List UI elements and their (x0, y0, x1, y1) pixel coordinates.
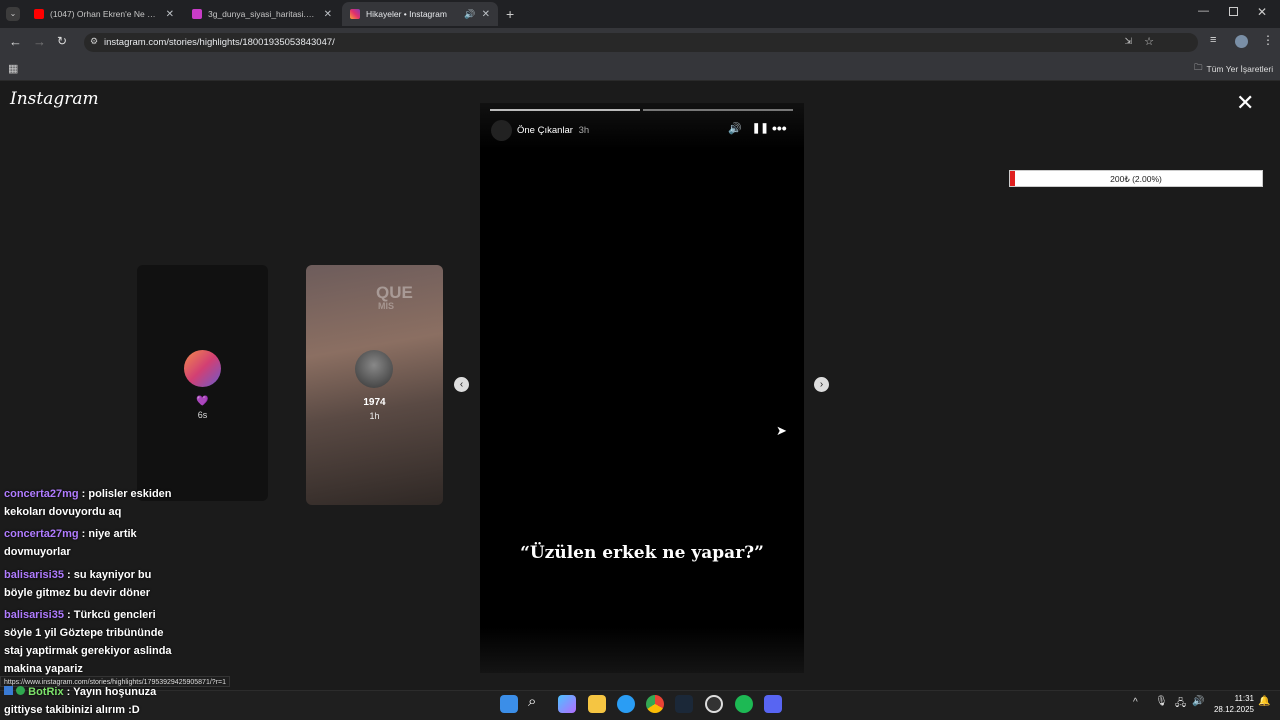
progress-text: 200₺ (2.00%) (1110, 174, 1162, 184)
tab-title: (1047) Orhan Ekren'e Ne Oldu? (50, 9, 160, 19)
mouse-cursor-icon: ➤ (776, 423, 787, 438)
apps-grid-icon[interactable]: ▦ (8, 62, 18, 75)
tab-image[interactable]: 3g_dunya_siyasi_haritasi.png (4... ✕ (184, 2, 340, 26)
network-icon[interactable]: 🖧 (1175, 696, 1186, 713)
more-options-icon[interactable]: ••• (772, 120, 787, 136)
youtube-icon (34, 9, 44, 19)
start-icon[interactable] (500, 695, 518, 713)
clock-time: 11:31 (1234, 694, 1254, 703)
chrome-icon[interactable] (646, 695, 664, 713)
reload-icon[interactable]: ↻ (57, 34, 67, 48)
close-window-icon[interactable]: ✕ (1257, 5, 1267, 19)
donation-progress-bar: 200₺ (2.00%) (1009, 170, 1263, 187)
chat-username: concerta27mg (4, 528, 79, 540)
chat-username: balisarisi35 (4, 609, 64, 621)
story-account-name[interactable]: Öne Çıkanlar (517, 125, 573, 136)
side-story-card[interactable]: QUE MIS 1974 1h (306, 265, 443, 505)
windows-taskbar (0, 690, 1280, 720)
story-header: Öne Çıkanlar 3h (517, 125, 589, 136)
chat-text: : Yayın hoşunuza gittiyse takibinizi alı… (4, 686, 157, 716)
chat-message: balisarisi35 : su kayniyor bu böyle gitm… (4, 566, 180, 602)
story-account-avatar[interactable] (491, 120, 512, 141)
notification-icon[interactable]: 🔔 (1258, 696, 1270, 707)
chat-message: concerta27mg : polisler eskiden kekoları… (4, 485, 180, 521)
story-progress-segment (490, 109, 640, 111)
side-story-card[interactable]: 💜 6s (137, 265, 268, 501)
chat-username: BotRix (28, 686, 64, 698)
story-avatar (184, 350, 221, 387)
chat-username: balisarisi35 (4, 569, 64, 581)
tray-chevron-icon[interactable]: ^ (1133, 697, 1138, 708)
all-bookmarks-button[interactable]: 🗀 Tüm Yer İşaretleri (1194, 62, 1273, 76)
instagram-logo[interactable]: Instagram (10, 89, 99, 109)
tab-youtube[interactable]: (1047) Orhan Ekren'e Ne Oldu? ✕ (26, 2, 182, 26)
story-time: 3h (578, 125, 590, 136)
image-icon (192, 9, 202, 19)
chat-message: BotRix : Yayın hoşunuza gittiyse takibin… (4, 683, 180, 719)
forward-icon[interactable]: → (33, 34, 46, 49)
story-time: 1h (369, 411, 380, 421)
chat-message: concerta27mg : niye artik dovmuyorlar (4, 525, 180, 561)
microphone-icon[interactable]: 🎙 (1155, 696, 1168, 707)
tab-title: 3g_dunya_siyasi_haritasi.png (4... (208, 9, 318, 19)
story-time: 6s (197, 410, 208, 420)
obs-icon[interactable] (705, 695, 723, 713)
new-tab-icon[interactable]: + (506, 6, 514, 22)
story-overlay-text: QUE (376, 283, 413, 302)
search-icon[interactable]: ⌕ (528, 693, 536, 710)
menu-icon[interactable]: ⋮ (1262, 33, 1274, 47)
address-text: instagram.com/stories/highlights/1800193… (104, 37, 335, 48)
spotify-icon[interactable] (735, 695, 753, 713)
discord-icon[interactable] (764, 695, 782, 713)
all-bookmarks-label: Tüm Yer İşaretleri (1206, 64, 1274, 74)
copilot-icon[interactable] (558, 695, 576, 713)
address-bar[interactable]: ⚙ instagram.com/stories/highlights/18001… (84, 33, 1198, 52)
story-quote: “Üzülen erkek ne yapar?” (520, 543, 764, 563)
site-info-icon[interactable]: ⚙ (90, 36, 98, 47)
clock[interactable]: 11:31 28.12.2025 (1210, 693, 1254, 715)
tab-strip: ⌄ (1047) Orhan Ekren'e Ne Oldu? ✕ 3g_dun… (0, 0, 1280, 28)
verified-badge-icon (16, 686, 26, 695)
story-progress-segment (643, 109, 793, 111)
minimize-icon[interactable]: — (1198, 5, 1209, 17)
install-icon[interactable]: ⇲ (1124, 36, 1132, 47)
back-icon[interactable]: ← (9, 34, 22, 49)
tab-instagram[interactable]: Hikayeler • Instagram 🔊 ✕ (342, 2, 498, 26)
close-tab-icon[interactable]: ✕ (324, 9, 332, 20)
restore-icon[interactable] (1229, 7, 1238, 16)
story-overlay-text: MIS (378, 301, 395, 311)
close-story-icon[interactable]: ✕ (1236, 92, 1254, 114)
story-avatar (355, 350, 393, 388)
audio-playing-icon[interactable]: 🔊 (464, 9, 475, 20)
previous-story-button[interactable]: ‹ (454, 377, 469, 392)
folder-icon: 🗀 (1194, 62, 1203, 72)
main-story-frame[interactable]: Öne Çıkanlar 3h 🔊 ❚❚ ••• “Üzülen erkek n… (480, 103, 804, 673)
close-tab-icon[interactable]: ✕ (482, 9, 490, 20)
next-story-button[interactable]: › (814, 377, 829, 392)
clock-date: 28.12.2025 (1213, 705, 1254, 714)
tab-title: Hikayeler • Instagram (366, 9, 447, 19)
media-control-icon[interactable]: ≡ (1210, 34, 1216, 46)
tab-search-icon[interactable]: ⌄ (6, 7, 20, 21)
story-emoji: 💜 (196, 396, 209, 407)
chat-username: concerta27mg (4, 488, 79, 500)
profile-avatar[interactable] (1235, 35, 1248, 48)
pause-icon[interactable]: ❚❚ (752, 123, 769, 134)
bot-badge-icon (4, 686, 13, 695)
bookmark-star-icon[interactable]: ☆ (1144, 35, 1154, 48)
chat-message: balisarisi35 : Türkcü gencleri söyle 1 y… (4, 606, 180, 678)
bookmarks-bar: ▦ 🗀 Tüm Yer İşaretleri (0, 57, 1280, 81)
steam-icon[interactable] (675, 695, 693, 713)
story-title: 1974 (363, 397, 386, 408)
file-explorer-icon[interactable] (588, 695, 606, 713)
mute-icon[interactable]: 🔊 (728, 122, 742, 135)
close-tab-icon[interactable]: ✕ (166, 9, 174, 20)
instagram-icon (350, 9, 360, 19)
edge-icon[interactable] (617, 695, 635, 713)
volume-icon[interactable]: 🔊 (1192, 696, 1204, 707)
